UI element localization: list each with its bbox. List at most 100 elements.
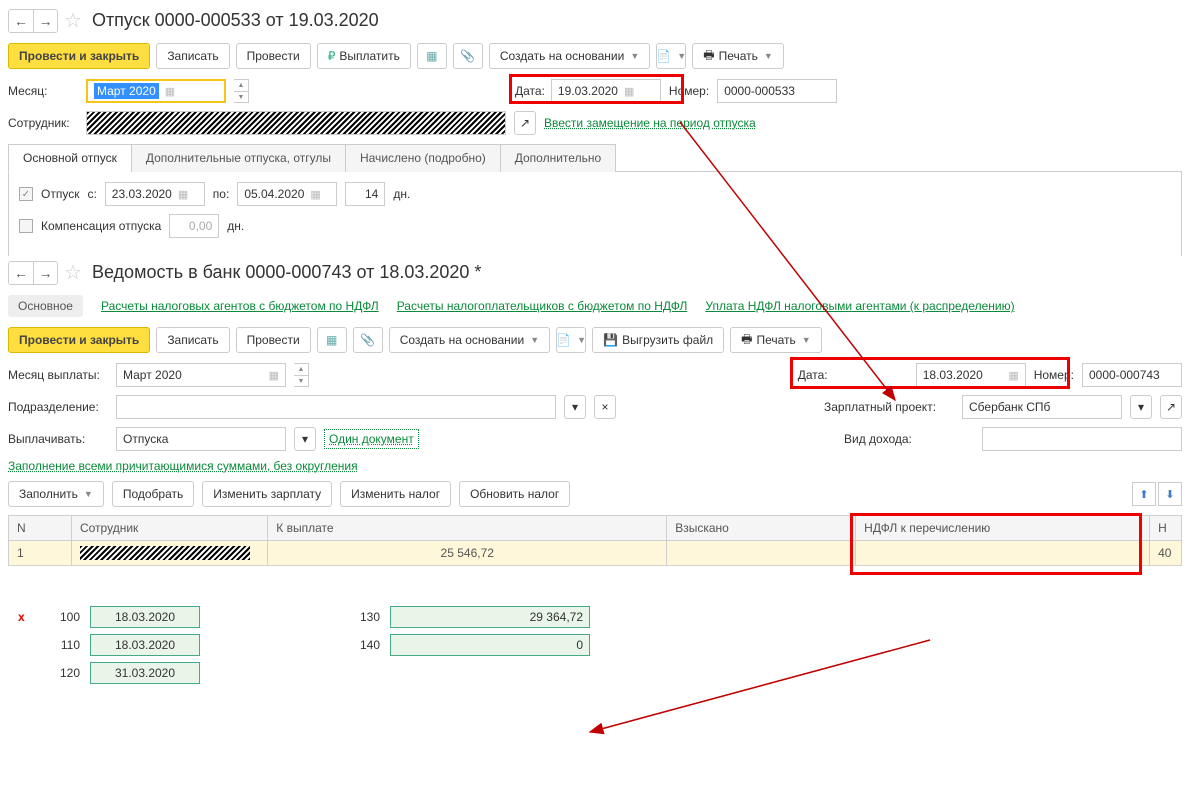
tab-accrued[interactable]: Начислено (подробно) [345,144,501,172]
month-label: Месяц: [8,84,78,98]
calendar-icon[interactable]: ▦ [1008,369,1018,382]
to-date-input[interactable]: 05.04.2020▦ [237,182,337,206]
attach-icon-button[interactable]: 📎 [453,43,483,69]
tab-body: ✓ Отпуск с: 23.03.2020▦ по: 05.04.2020▦ … [8,172,1182,256]
calendar-icon[interactable]: ▦ [624,85,634,98]
col-employee[interactable]: Сотрудник [71,516,267,541]
dept-dropdown-button[interactable]: ▾ [564,395,586,419]
paymonth-spinner[interactable]: ▲▼ [294,363,309,387]
create-on-button[interactable]: Создать на основании▼ [389,327,550,353]
employee-input[interactable] [86,111,506,135]
doc2-navlinks: Основное Расчеты налоговых агентов с бюд… [8,295,1182,317]
report-icon-button[interactable]: ▦ [417,43,447,69]
val-100[interactable]: 18.03.2020 [90,606,200,628]
code-130: 130 [340,610,380,624]
save-button[interactable]: Записать [156,327,229,353]
col-n[interactable]: N [9,516,72,541]
back-button[interactable]: ← [9,262,33,284]
cell-topay: 25 546,72 [268,541,667,566]
proj-open-button[interactable]: ↗ [1160,395,1182,419]
cell-collected [667,541,856,566]
pay-button[interactable]: ₽Выплатить [317,43,411,69]
compensation-checkbox[interactable] [19,219,33,233]
days-input[interactable]: 14 [345,182,385,206]
val-140[interactable]: 0 [390,634,590,656]
post-button[interactable]: Провести [236,43,311,69]
col-ndfl[interactable]: НДФЛ к перечислению [856,516,1150,541]
month-spinner[interactable]: ▲▼ [234,79,249,103]
print-button[interactable]: 🖶Печать▼ [692,43,784,69]
dept-clear-button[interactable]: × [594,395,616,419]
proj-input[interactable]: Сбербанк СПб [962,395,1122,419]
tab-main-vacation[interactable]: Основной отпуск [8,144,132,172]
income-input[interactable] [982,427,1182,451]
calendar-icon[interactable]: ▦ [269,369,279,382]
report-icon-button[interactable]: ▦ [317,327,347,353]
update-tax-button[interactable]: Обновить налог [459,481,570,507]
change-tax-button[interactable]: Изменить налог [340,481,451,507]
tab-more[interactable]: Дополнительно [500,144,616,172]
paymonth-input[interactable]: Март 2020▦ [116,363,286,387]
attach-icon-button[interactable]: 📎 [353,327,383,353]
employee-open-button[interactable]: ↗ [514,111,536,135]
post-button[interactable]: Провести [236,327,311,353]
fill-link[interactable]: Заполнение всеми причитающимися суммами,… [8,459,358,473]
cell-employee [71,541,267,566]
val-130[interactable]: 29 364,72 [390,606,590,628]
cell-ndfl [856,541,1150,566]
change-salary-button[interactable]: Изменить зарплату [202,481,332,507]
move-up-button[interactable]: ⬆ [1132,482,1156,506]
post-close-button[interactable]: Провести и закрыть [8,327,150,353]
doc2-date-input[interactable]: 18.03.2020▦ [916,363,1026,387]
val-110[interactable]: 18.03.2020 [90,634,200,656]
vacation-label: Отпуск [41,187,79,201]
pick-button[interactable]: Подобрать [112,481,194,507]
dept-input[interactable] [116,395,556,419]
delete-row-icon[interactable]: x [18,610,30,624]
export-button[interactable]: 💾Выгрузить файл [592,327,724,353]
calendar-icon[interactable]: ▦ [310,188,320,201]
forward-button[interactable]: → [33,262,57,284]
create-on-button[interactable]: Создать на основании▼ [489,43,650,69]
nav-link3[interactable]: Уплата НДФЛ налоговыми агентами (к распр… [705,299,1014,313]
move-down-button[interactable]: ⬇ [1158,482,1182,506]
basis-icon-button[interactable]: 📄▼ [656,43,686,69]
substitution-link[interactable]: Ввести замещение на период отпуска [544,116,756,130]
doc2-number-input[interactable]: 0000-000743 [1082,363,1182,387]
fill-button[interactable]: Заполнить▼ [8,481,104,507]
col-collected[interactable]: Взыскано [667,516,856,541]
pay-input[interactable]: Отпуска [116,427,286,451]
print-button[interactable]: 🖶Печать▼ [730,327,822,353]
post-close-button[interactable]: Провести и закрыть [8,43,150,69]
doc1-header: ← → ☆ Отпуск 0000-000533 от 19.03.2020 [8,8,1182,33]
month-input[interactable]: Март 2020▦ [86,79,226,103]
vacation-checkbox[interactable]: ✓ [19,187,33,201]
basis-icon-button[interactable]: 📄▼ [556,327,586,353]
col-last[interactable]: Н [1150,516,1182,541]
back-button[interactable]: ← [9,10,33,32]
val-120[interactable]: 31.03.2020 [90,662,200,684]
nav-link2[interactable]: Расчеты налогоплательщиков с бюджетом по… [397,299,688,313]
star-icon[interactable]: ☆ [64,260,82,285]
proj-label: Зарплатный проект: [824,400,954,414]
printer-icon: 🖶 [703,46,714,67]
star-icon[interactable]: ☆ [64,8,82,33]
nav-main[interactable]: Основное [8,295,83,317]
save-button[interactable]: Записать [156,43,229,69]
calendar-icon[interactable]: ▦ [178,188,188,201]
doc1-number-input[interactable]: 0000-000533 [717,79,837,103]
one-doc-link[interactable]: Один документ [324,429,419,449]
pay-dropdown-button[interactable]: ▾ [294,427,316,451]
nav-link1[interactable]: Расчеты налоговых агентов с бюджетом по … [101,299,379,313]
tab-additional[interactable]: Дополнительные отпуска, отгулы [131,144,346,172]
table-row[interactable]: 1 25 546,72 40 [9,541,1182,566]
from-date-input[interactable]: 23.03.2020▦ [105,182,205,206]
forward-button[interactable]: → [33,10,57,32]
doc1-date-input[interactable]: 19.03.2020▦ [551,79,661,103]
col-topay[interactable]: К выплате [268,516,667,541]
calendar-icon[interactable]: ▦ [165,85,175,98]
comp-label: Компенсация отпуска [41,219,161,233]
proj-dropdown-button[interactable]: ▾ [1130,395,1152,419]
comp-value-input[interactable]: 0,00 [169,214,219,238]
doc2-toolbar: Провести и закрыть Записать Провести ▦ 📎… [8,327,1182,353]
